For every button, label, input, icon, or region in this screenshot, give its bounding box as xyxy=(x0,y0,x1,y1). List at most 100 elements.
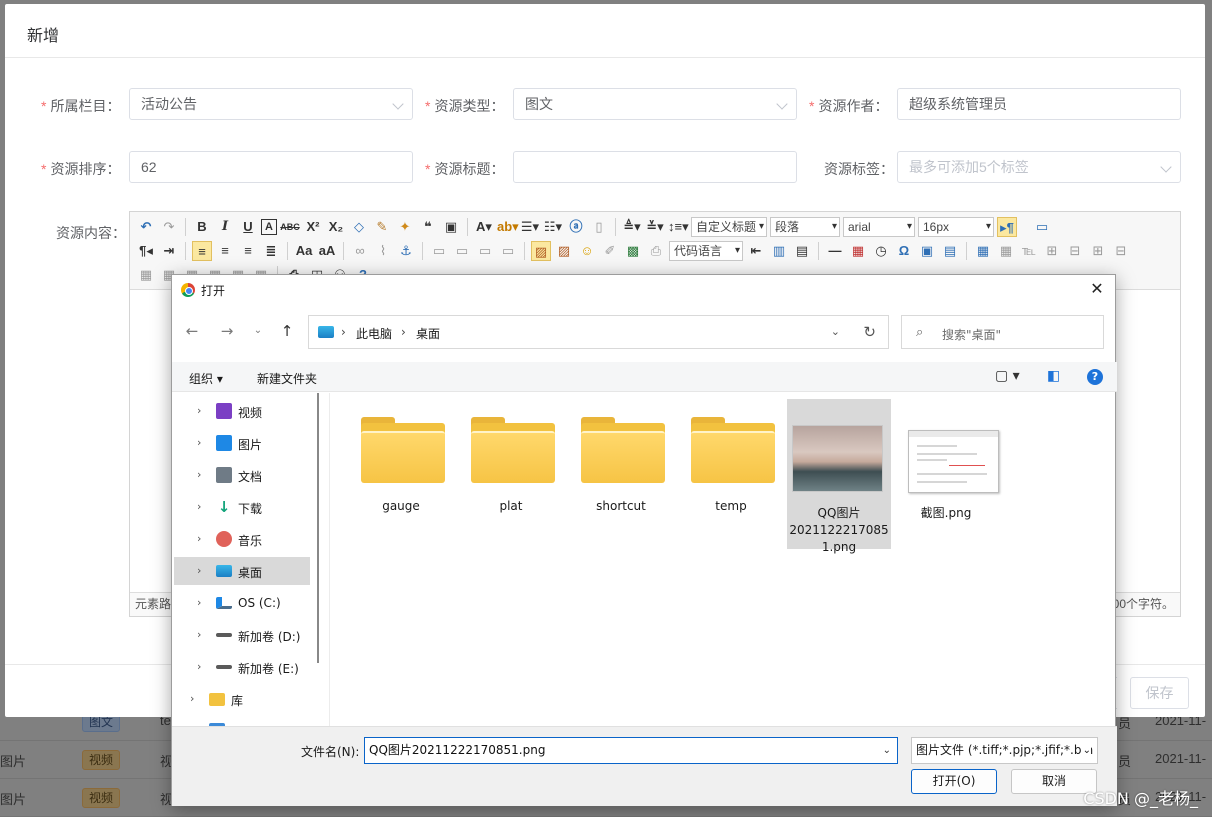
filetype-select[interactable]: 图片文件 (*.tiff;*.pjp;*.jfif;*.bm ⌄ xyxy=(911,737,1098,764)
superscript-icon[interactable]: X² xyxy=(303,217,323,237)
tree-item-network[interactable]: › 网络 xyxy=(172,717,312,726)
attachment-icon[interactable]: ⎙ xyxy=(646,241,666,261)
paste-plain-icon[interactable]: ▣ xyxy=(441,217,461,237)
insert-row-icon[interactable]: ⊞ xyxy=(1042,241,1062,261)
image-file-item[interactable]: QQ图片2021122217085 1.png xyxy=(787,399,891,554)
title-input[interactable] xyxy=(513,151,797,183)
address-bar[interactable]: › 此电脑 › 桌面 ⌄ ↻ xyxy=(308,315,889,349)
tree-scrollbar[interactable] xyxy=(317,393,319,663)
image-right-icon[interactable]: ▭ xyxy=(475,241,495,261)
tree-item-pictures[interactable]: › 图片 xyxy=(172,429,312,457)
delete-table-icon[interactable]: ▦ xyxy=(996,241,1016,261)
type-select[interactable]: 图文 xyxy=(513,88,797,120)
insert-image-icon[interactable]: ▨ xyxy=(554,241,574,261)
line-height-icon[interactable]: ↕≡▾ xyxy=(668,217,689,237)
format-brush-icon[interactable]: ✎ xyxy=(372,217,392,237)
tree-item-videos[interactable]: › 视频 xyxy=(172,397,312,425)
tree-item-music[interactable]: › 音乐 xyxy=(172,525,312,553)
folder-item[interactable]: temp xyxy=(679,399,783,549)
font-size-select[interactable]: 16px xyxy=(918,217,994,237)
clear-doc-icon[interactable]: ▯ xyxy=(589,217,609,237)
row-spacing-top-icon[interactable]: ≜▾ xyxy=(622,217,642,237)
page-break-icon[interactable]: ⇤ xyxy=(746,241,766,261)
blockquote-icon[interactable]: ❝ xyxy=(418,217,438,237)
align-right-icon[interactable]: ≡ xyxy=(238,241,258,261)
merge-cells-icon[interactable]: ▦ xyxy=(136,265,156,285)
close-icon[interactable]: ✕ xyxy=(1087,279,1107,299)
insert-table-icon[interactable]: ▦ xyxy=(973,241,993,261)
map-icon[interactable]: ▤ xyxy=(940,241,960,261)
new-folder-button[interactable]: 新建文件夹 xyxy=(257,370,317,387)
delete-row-icon[interactable]: ⊟ xyxy=(1065,241,1085,261)
code-language-select[interactable]: 代码语言 xyxy=(669,241,743,261)
folder-item[interactable]: plat xyxy=(459,399,563,549)
font-color-icon[interactable]: A▾ xyxy=(474,217,494,237)
horizontal-rule-icon[interactable]: — xyxy=(825,241,845,261)
breadcrumb-this-pc[interactable]: 此电脑 xyxy=(356,325,392,342)
folder-item[interactable]: shortcut xyxy=(569,399,673,549)
custom-title-select[interactable]: 自定义标题 xyxy=(691,217,767,237)
align-left-icon[interactable]: ≡ xyxy=(192,241,212,261)
paragraph-select[interactable]: 段落 xyxy=(770,217,840,237)
tree-item-library[interactable]: › 库 xyxy=(172,685,312,713)
author-input[interactable]: 超级系统管理员 xyxy=(897,88,1181,120)
ordered-list-icon[interactable]: ☰▾ xyxy=(520,217,540,237)
row-spacing-bottom-icon[interactable]: ≚▾ xyxy=(645,217,665,237)
indent-icon[interactable]: ⇥ xyxy=(159,241,179,261)
chevron-down-icon[interactable]: ⌄ xyxy=(831,325,840,338)
to-lowercase-icon[interactable]: aA xyxy=(317,241,337,261)
simple-upload-icon[interactable]: ▨ xyxy=(531,241,551,261)
chevron-down-icon[interactable]: ⌄ xyxy=(883,738,891,763)
image-none-icon[interactable]: ▭ xyxy=(429,241,449,261)
auto-format-icon[interactable]: ✦ xyxy=(395,217,415,237)
insert-col-icon[interactable]: ⊞ xyxy=(1088,241,1108,261)
unlink-icon[interactable]: ⌇ xyxy=(373,241,393,261)
view-mode-icon[interactable]: ▢ ▾ xyxy=(995,368,1020,384)
date-icon[interactable]: ▦ xyxy=(848,241,868,261)
to-uppercase-icon[interactable]: Aa xyxy=(294,241,314,261)
special-chars-icon[interactable]: Ω xyxy=(894,241,914,261)
tree-item-documents[interactable]: › 文档 xyxy=(172,461,312,489)
back-arrow-icon[interactable]: ← xyxy=(183,322,201,340)
open-button[interactable]: 打开(O) xyxy=(911,769,997,794)
filename-input[interactable]: QQ图片20211222170851.png ⌄ xyxy=(364,737,898,764)
font-family-select[interactable]: arial xyxy=(843,217,915,237)
tree-item-drive-e[interactable]: › 新加卷 (E:) xyxy=(172,653,312,681)
background-icon[interactable]: ▤ xyxy=(792,241,812,261)
insert-video-icon[interactable]: ▩ xyxy=(623,241,643,261)
ltr-direction-icon[interactable]: ▸¶ xyxy=(997,217,1017,237)
redo-icon[interactable]: ↷ xyxy=(159,217,179,237)
organize-button[interactable]: 组织 ▾ xyxy=(189,370,223,387)
rtl-direction-icon[interactable]: ¶◂ xyxy=(136,241,156,261)
help-icon[interactable]: ? xyxy=(1087,369,1103,385)
folder-item[interactable]: gauge xyxy=(349,399,453,549)
highlight-icon[interactable]: ab▾ xyxy=(497,217,519,237)
undo-icon[interactable]: ↶ xyxy=(136,217,156,237)
fullscreen-icon[interactable]: ▭ xyxy=(1032,217,1052,237)
unordered-list-icon[interactable]: ☷▾ xyxy=(543,217,563,237)
scrawl-icon[interactable]: ✐ xyxy=(600,241,620,261)
column-select[interactable]: 活动公告 xyxy=(129,88,413,120)
italic-icon[interactable]: I xyxy=(215,217,235,237)
forward-arrow-icon[interactable]: → xyxy=(218,322,236,340)
font-border-icon[interactable]: A xyxy=(261,219,277,235)
select-all-icon[interactable]: ⓐ xyxy=(566,217,586,237)
search-box[interactable]: ⌕ 搜索"桌面" xyxy=(901,315,1104,349)
tree-item-downloads[interactable]: › ↓ 下载 xyxy=(172,493,312,521)
image-left-icon[interactable]: ▭ xyxy=(452,241,472,261)
tree-item-drive-d[interactable]: › 新加卷 (D:) xyxy=(172,621,312,649)
refresh-icon[interactable]: ↻ xyxy=(863,323,876,341)
tree-item-desktop[interactable]: › 桌面 xyxy=(174,557,310,585)
order-input[interactable]: 62 xyxy=(129,151,413,183)
wordimage-icon[interactable]: ▣ xyxy=(917,241,937,261)
link-icon[interactable]: ∞ xyxy=(350,241,370,261)
image-center-icon[interactable]: ▭ xyxy=(498,241,518,261)
preview-pane-icon[interactable]: ◧ xyxy=(1047,368,1060,384)
recent-locations-icon[interactable]: ⌄ xyxy=(249,322,267,340)
tree-item-drive-c[interactable]: › OS (C:) xyxy=(172,589,312,617)
template-icon[interactable]: ▥ xyxy=(769,241,789,261)
strikethrough-icon[interactable]: ABC xyxy=(280,217,300,237)
align-center-icon[interactable]: ≡ xyxy=(215,241,235,261)
eraser-icon[interactable]: ◇ xyxy=(349,217,369,237)
image-file-item[interactable]: 截图.png xyxy=(894,399,999,549)
